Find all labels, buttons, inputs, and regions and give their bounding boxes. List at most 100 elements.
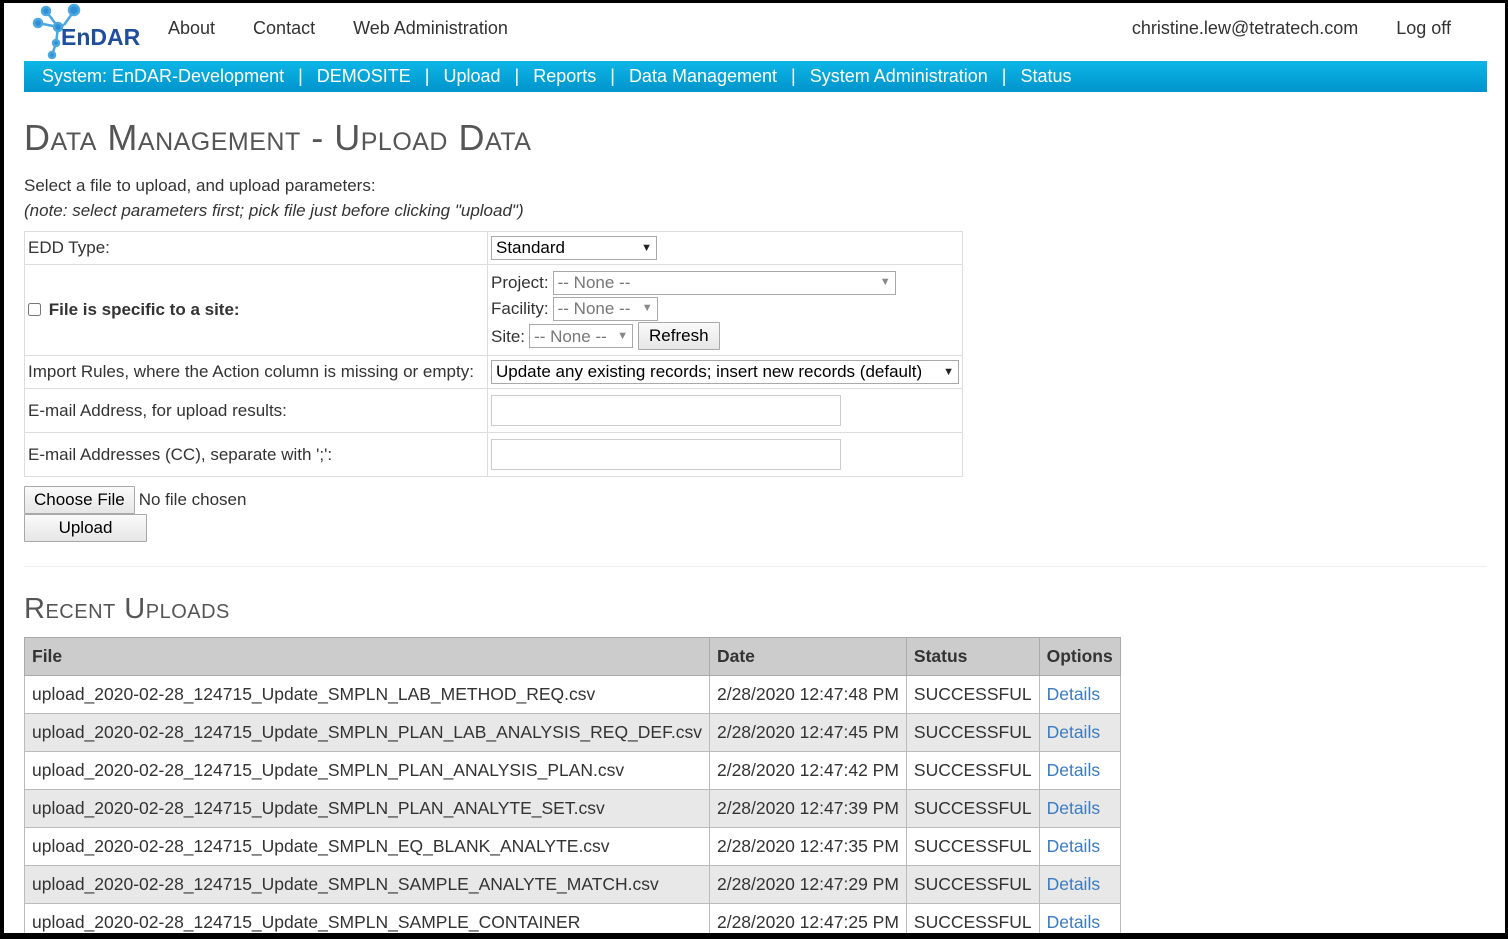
choose-file-button[interactable]: Choose File [24,486,135,514]
options-cell: Details [1038,903,1121,933]
section-divider [24,566,1487,567]
upload-status: SUCCESSFUL [905,789,1040,828]
column-header-status[interactable]: Status [905,637,1040,676]
nav-separator: | [514,66,520,86]
edd-type-cell: Standard ▼ [487,231,963,265]
upload-date: 2/28/2020 12:47:25 PM [708,903,907,933]
table-row: upload_2020-02-28_124715_Update_SMPLN_SA… [24,865,1121,904]
upload-file-name: upload_2020-02-28_124715_Update_SMPLN_PL… [24,713,710,752]
main-content: Data Management - Upload Data Select a f… [24,113,1487,933]
details-link[interactable]: Details [1047,874,1101,894]
about-link[interactable]: About [168,18,215,39]
user-email[interactable]: christine.lew@tetratech.com [1132,18,1358,39]
contact-link[interactable]: Contact [253,18,315,39]
upload-button[interactable]: Upload [24,514,147,542]
site-value: -- None -- [534,326,607,346]
chevron-down-icon: ▼ [943,366,954,378]
details-link[interactable]: Details [1047,684,1101,704]
options-cell: Details [1038,789,1121,828]
file-picker: Choose File No file chosen [24,486,1487,514]
upload-date: 2/28/2020 12:47:35 PM [708,827,907,866]
upload-file-name: upload_2020-02-28_124715_Update_SMPLN_LA… [24,675,710,714]
facility-value: -- None -- [557,299,631,318]
column-header-file[interactable]: File [24,637,710,676]
table-header-row: File Date Status Options [24,637,1121,676]
nav-separator: | [424,66,430,86]
site-specific-row: File is specific to a site: Project: -- … [24,264,963,356]
upload-date: 2/28/2020 12:47:48 PM [708,675,907,714]
intro-text: Select a file to upload, and upload para… [24,176,376,195]
logo-text: EnDAR [61,24,141,50]
column-header-options[interactable]: Options [1038,637,1121,676]
site-specific-checkbox[interactable] [28,303,41,316]
import-rules-cell: Update any existing records; insert new … [487,355,963,389]
facility-label: Facility: [491,299,549,318]
upload-file-name: upload_2020-02-28_124715_Update_SMPLN_PL… [24,751,710,790]
site-specific-cell: File is specific to a site: [24,264,488,356]
details-link[interactable]: Details [1047,722,1101,742]
upload-status: SUCCESSFUL [905,865,1040,904]
column-header-date[interactable]: Date [708,637,907,676]
site-row: Site: -- None -- ▼ Refresh [491,322,959,350]
upload-status: SUCCESSFUL [905,675,1040,714]
nav-system[interactable]: System: EnDAR-Development [42,66,284,87]
import-rules-select[interactable]: Update any existing records; insert new … [491,360,959,384]
facility-select[interactable]: -- None -- ▼ [552,296,658,321]
upload-status: SUCCESSFUL [905,713,1040,752]
upload-status: SUCCESSFUL [905,827,1040,866]
details-link[interactable]: Details [1047,760,1101,780]
upload-status: SUCCESSFUL [905,903,1040,933]
edd-type-select[interactable]: Standard ▼ [491,236,657,260]
email-label: E-mail Address, for upload results: [24,388,488,433]
edd-type-value: Standard [496,238,565,257]
recent-uploads-table: File Date Status Options upload_2020-02-… [24,637,1121,933]
cc-email-row: E-mail Addresses (CC), separate with ';'… [24,432,963,477]
upload-date: 2/28/2020 12:47:39 PM [708,789,907,828]
chevron-down-icon: ▼ [617,329,629,342]
logoff-link[interactable]: Log off [1396,18,1451,39]
no-file-text: No file chosen [138,490,247,509]
edd-type-row: EDD Type: Standard ▼ [24,231,963,265]
options-cell: Details [1038,713,1121,752]
nav-separator: | [298,66,303,86]
upload-file-name: upload_2020-02-28_124715_Update_SMPLN_EQ… [24,827,710,866]
nav-separator: | [610,66,615,86]
details-link[interactable]: Details [1047,912,1101,932]
details-link[interactable]: Details [1047,798,1101,818]
cc-email-label: E-mail Addresses (CC), separate with ';'… [24,432,488,477]
project-row: Project: -- None -- ▼ [491,270,959,295]
facility-row: Facility: -- None -- ▼ [491,296,959,321]
site-selectors-cell: Project: -- None -- ▼ Facility: -- None … [487,264,963,356]
nav-demosite[interactable]: DEMOSITE [317,66,411,87]
email-input[interactable] [491,395,841,426]
chevron-down-icon: ▼ [879,276,891,288]
nav-upload[interactable]: Upload [443,66,500,87]
table-row: upload_2020-02-28_124715_Update_SMPLN_PL… [24,713,1121,752]
refresh-button[interactable]: Refresh [638,322,720,350]
project-select[interactable]: -- None -- ▼ [552,270,896,295]
table-row: upload_2020-02-28_124715_Update_SMPLN_SA… [24,903,1121,933]
nav-data-management[interactable]: Data Management [629,66,777,87]
site-specific-label: File is specific to a site: [48,300,240,319]
project-value: -- None -- [557,273,631,292]
nav-system-administration[interactable]: System Administration [810,66,988,87]
upload-parameters-form: EDD Type: Standard ▼ File is specific to… [24,231,963,477]
cc-email-input[interactable] [491,439,841,470]
upload-date: 2/28/2020 12:47:45 PM [708,713,907,752]
endar-logo[interactable]: EnDAR [28,3,148,61]
upload-date: 2/28/2020 12:47:29 PM [708,865,907,904]
intro: Select a file to upload, and upload para… [24,173,1487,223]
site-label: Site: [491,326,526,346]
cc-email-cell [487,432,963,477]
nav-separator: | [791,66,796,86]
details-link[interactable]: Details [1047,836,1101,856]
web-administration-link[interactable]: Web Administration [353,18,508,39]
molecule-logo-icon: EnDAR [32,3,141,60]
nav-status[interactable]: Status [1020,66,1071,87]
top-header: EnDAR About Contact Web Administration c… [4,3,1505,61]
site-select[interactable]: -- None -- ▼ [529,324,634,348]
upload-status: SUCCESSFUL [905,751,1040,790]
nav-separator: | [1001,66,1007,86]
uploads-table-body: upload_2020-02-28_124715_Update_SMPLN_LA… [24,675,1121,933]
nav-reports[interactable]: Reports [533,66,596,87]
